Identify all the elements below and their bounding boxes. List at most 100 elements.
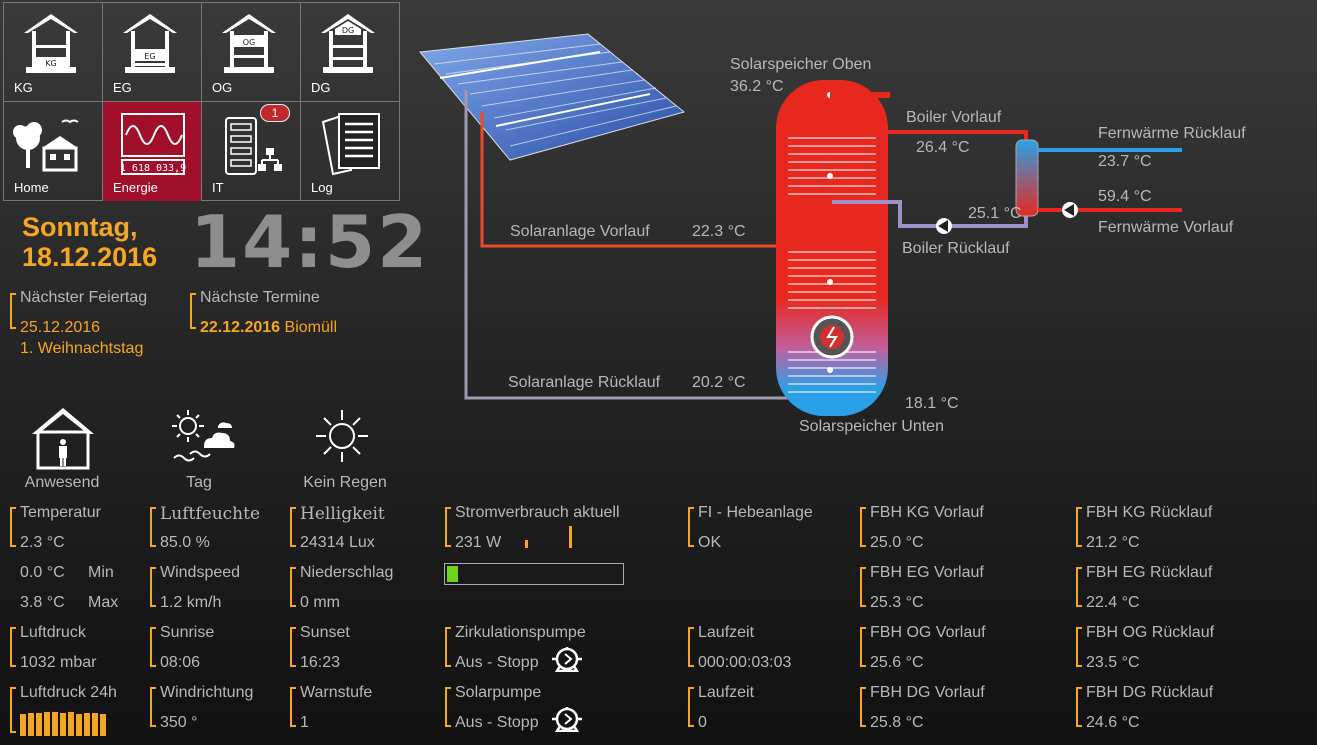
pump-icon[interactable] — [550, 646, 584, 672]
holiday-name: 1. Weihnachtstag — [20, 340, 144, 357]
exchanger-value: 25.1 °C — [968, 205, 1022, 222]
date-display: Sonntag, 18.12.2016 — [22, 212, 157, 272]
circulation-pump-value: Aus - Stopp — [455, 654, 539, 671]
power-bar-fill — [447, 566, 458, 582]
house-person-icon — [32, 408, 94, 470]
fbh-return-value: 22.4 °C — [1086, 594, 1140, 611]
nav-tile-kg[interactable]: KG KG — [4, 3, 103, 102]
holiday-label: Nächster Feiertag — [20, 289, 148, 306]
winddir-value: 350 ° — [160, 714, 198, 731]
fbh-return-label: FBH OG Rücklauf — [1086, 624, 1215, 641]
sun-icon — [316, 410, 368, 462]
bracket — [1076, 567, 1082, 607]
bracket — [445, 627, 451, 667]
temperature-max-value: 3.8 °C — [20, 594, 65, 611]
house-floor-icon: DG — [321, 14, 375, 73]
solar-pump-value: Aus - Stopp — [455, 714, 539, 731]
weekday: Sonntag, — [22, 212, 138, 242]
fbh-flow-label: FBH EG Vorlauf — [870, 564, 984, 581]
district-return-value: 23.7 °C — [1098, 153, 1152, 170]
bracket — [290, 687, 296, 727]
bracket — [688, 627, 694, 667]
bracket — [150, 627, 156, 667]
sunset-label: Sunset — [300, 624, 350, 641]
nav-tile-dg[interactable]: DG DG — [301, 3, 400, 102]
power-label: Stromverbrauch aktuell — [455, 504, 620, 521]
humidity-label: Luftfeuchte — [160, 504, 261, 524]
bracket — [10, 507, 16, 547]
svg-text:1 618 033,9: 1 618 033,9 — [120, 163, 186, 174]
bracket — [445, 507, 451, 547]
bracket — [688, 687, 694, 727]
nav-tile-label: Log — [311, 180, 333, 195]
fbh-return-label: FBH KG Rücklauf — [1086, 504, 1213, 521]
home-garden-icon — [13, 119, 79, 172]
appointment-name: Biomüll — [284, 319, 337, 336]
runtime-value: 0 — [698, 714, 707, 731]
holiday-date: 25.12.2016 — [20, 319, 101, 336]
warning-label: Warnstufe — [300, 684, 373, 701]
solar-pump-label: Solarpumpe — [455, 684, 542, 701]
fbh-return-value: 24.6 °C — [1086, 714, 1140, 731]
fbh-flow-value: 25.3 °C — [870, 594, 924, 611]
sunset-value: 16:23 — [300, 654, 341, 671]
fbh-return-value: 21.2 °C — [1086, 534, 1140, 551]
house-floor-icon: OG — [222, 14, 276, 73]
nav-tile-it[interactable]: 1 IT — [202, 102, 301, 201]
temperature-label: Temperatur — [20, 504, 101, 521]
nav-tile-label: OG — [212, 80, 233, 95]
temperature-value: 2.3 °C — [20, 534, 65, 551]
bracket — [150, 687, 156, 727]
nav-tile-label: KG — [14, 80, 33, 95]
brightness-label: Helligkeit — [300, 504, 385, 524]
district-flow-label: Fernwärme Vorlauf — [1098, 219, 1234, 236]
nav-tile-label: DG — [311, 80, 331, 95]
pump-icon[interactable] — [550, 706, 584, 732]
bracket — [860, 567, 866, 607]
bracket — [10, 627, 16, 667]
svg-text:KG: KG — [45, 59, 56, 68]
nav-tile-home[interactable]: Home — [4, 102, 103, 201]
log-document-icon — [321, 113, 380, 176]
fbh-return-value: 23.5 °C — [1086, 654, 1140, 671]
bracket — [860, 507, 866, 547]
runtime-label: Laufzeit — [698, 624, 755, 641]
fi-label: FI - Hebeanlage — [698, 504, 813, 521]
solar-top-value: 36.2 °C — [730, 78, 784, 95]
svg-text:EG: EG — [144, 52, 155, 61]
nav-tile-energie[interactable]: 1 618 033,9 Energie — [103, 102, 202, 201]
temperature-min-value: 0.0 °C — [20, 564, 65, 581]
fbh-flow-label: FBH OG Vorlauf — [870, 624, 986, 641]
nav-tile-label: EG — [113, 80, 132, 95]
solar-flow-value: 22.3 °C — [692, 223, 746, 240]
pressure-label: Luftdruck — [20, 624, 86, 641]
pressure-value: 1032 mbar — [20, 654, 97, 671]
bracket — [688, 507, 694, 547]
windspeed-value: 1.2 km/h — [160, 594, 222, 611]
fbh-flow-label: FBH KG Vorlauf — [870, 504, 984, 521]
bracket — [860, 627, 866, 667]
nav-tile-og[interactable]: OG OG — [202, 3, 301, 102]
winddir-label: Windrichtung — [160, 684, 254, 701]
temperature-min-label: Min — [88, 564, 114, 581]
fbh-flow-value: 25.6 °C — [870, 654, 924, 671]
appointments-label: Nächste Termine — [200, 289, 320, 306]
clock: 14:52 — [190, 200, 430, 284]
bracket — [10, 293, 16, 329]
energy-meter-icon: 1 618 033,9 — [120, 113, 186, 175]
power-tick — [569, 526, 572, 548]
humidity-value: 85.0 % — [160, 534, 210, 551]
appointment-entry: 22.12.2016 Biomüll — [200, 319, 337, 337]
solar-panel-icon — [419, 33, 686, 161]
brightness-value: 24314 Lux — [300, 534, 375, 551]
pressure24-label: Luftdruck 24h — [20, 684, 117, 701]
nav-tile-label: Home — [14, 180, 49, 195]
bracket — [290, 627, 296, 667]
bracket — [10, 687, 16, 733]
svg-text:OG: OG — [243, 38, 256, 47]
date: 18.12.2016 — [22, 242, 158, 272]
nav-tile-log[interactable]: Log — [301, 102, 400, 201]
solar-top-label: Solarspeicher Oben — [730, 56, 872, 73]
nav-tile-eg[interactable]: EG EG — [103, 3, 202, 102]
nav-tile-label: IT — [212, 180, 224, 195]
